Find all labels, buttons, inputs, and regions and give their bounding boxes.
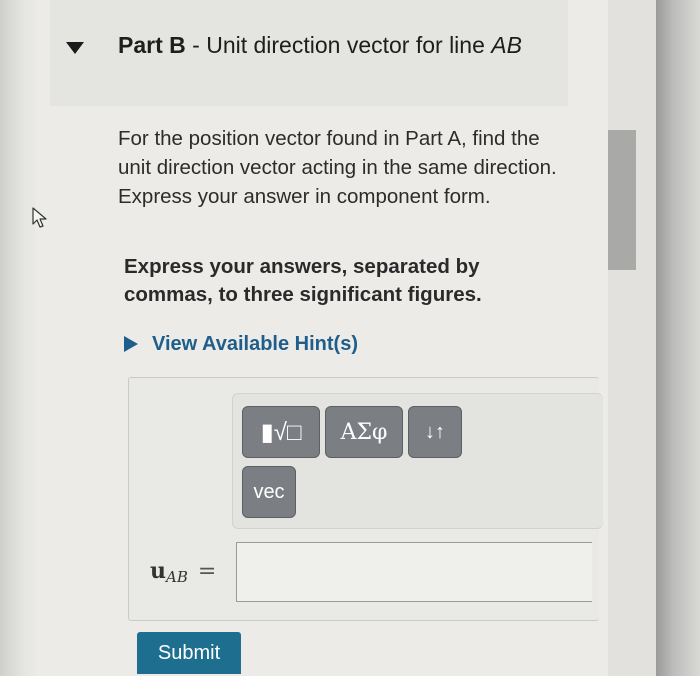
answer-input[interactable] (236, 542, 592, 602)
scrollbar-track[interactable] (608, 0, 656, 676)
submit-button[interactable]: Submit (137, 632, 241, 674)
templates-button[interactable]: ▮√□ (242, 406, 320, 458)
collapse-triangle-icon[interactable] (66, 42, 84, 54)
part-label: Part B (118, 32, 186, 58)
undo-redo-button[interactable]: ↓↑ (408, 406, 462, 458)
greek-symbols-label: ΑΣφ (340, 419, 388, 445)
part-title-var: AB (491, 32, 522, 58)
hint-toggle[interactable]: View Available Hint(s) (124, 330, 358, 358)
variable-symbol: u (150, 558, 166, 584)
part-title-text: Unit direction vector for line (206, 32, 492, 58)
part-title: Part B - Unit direction vector for line … (118, 32, 522, 59)
variable-subscript: AB (166, 568, 188, 586)
answer-variable-label: uAB = (150, 558, 216, 586)
arrows-icon: ↓↑ (425, 420, 445, 443)
right-bezel (656, 0, 700, 676)
equals-sign: = (197, 559, 217, 584)
mouse-cursor-icon (32, 207, 47, 228)
expand-triangle-icon[interactable] (124, 336, 138, 352)
scrollbar-thumb[interactable] (608, 130, 636, 270)
answer-instructions: Express your answers, separated by comma… (124, 255, 482, 306)
vector-button[interactable]: vec (242, 466, 296, 518)
greek-symbols-button[interactable]: ΑΣφ (325, 406, 403, 458)
question-prompt: For the position vector found in Part A,… (118, 127, 557, 208)
part-separator: - (185, 32, 207, 58)
view-hints-link[interactable]: View Available Hint(s) (152, 333, 358, 356)
vec-label: vec (253, 480, 285, 503)
templates-icon: ▮√□ (260, 418, 302, 446)
left-bezel (0, 0, 36, 676)
